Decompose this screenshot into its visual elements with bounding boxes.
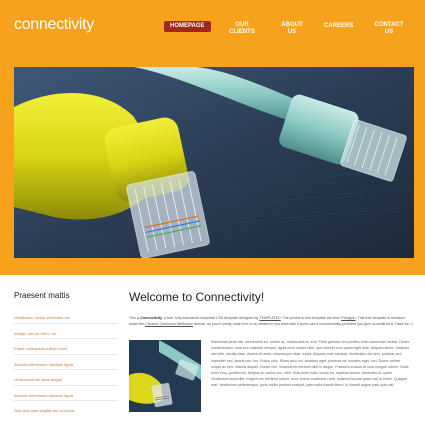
intro-paragraph: This is Connectivity, a free, fully stan… — [129, 315, 413, 327]
page-title: Welcome to Connectivity! — [129, 290, 265, 304]
body-paragraph: Maecenas pede nisi, elementum eu, ornare… — [211, 340, 410, 388]
intro-text: . The photos in this template are from — [280, 316, 342, 320]
ethernet-cables-photo — [14, 67, 414, 258]
license-link[interactable]: Creative Commons Attribution — [145, 322, 193, 326]
list-item: Aenean elementum facilisis ligula — [14, 353, 118, 370]
sidebar-link[interactable]: Sed quis odio sagittis leo vehicula — [14, 408, 74, 413]
sidebar-link[interactable]: Ut tincidunt elit vitae augue — [14, 377, 62, 382]
hero-image — [14, 67, 414, 258]
nav-careers[interactable]: Careers — [324, 23, 353, 30]
site-header: connectivity Homepage Our Clients About … — [0, 0, 425, 275]
nav-about-us[interactable]: About Us — [281, 22, 303, 36]
list-item: Integer rutrum nisl in mi — [14, 322, 118, 339]
nav-homepage[interactable]: Homepage — [164, 21, 211, 32]
ethernet-cables-thumbnail — [129, 340, 201, 412]
sidebar-link[interactable]: Aenean elementum facilisis ligula — [14, 393, 73, 398]
list-item: Ut tincidunt elit vitae augue — [14, 369, 118, 385]
main-content: Welcome to Connectivity! This is Connect… — [129, 290, 413, 412]
list-item: Sed quis odio sagittis leo vehicula — [14, 400, 118, 416]
templated-link[interactable]: TEMPLATED — [259, 316, 280, 320]
list-item: Aenean elementum facilisis ligula — [14, 384, 118, 401]
nav-contact-us[interactable]: Contact Us — [372, 22, 406, 36]
sidebar-link[interactable]: Aenean elementum facilisis ligula — [14, 362, 73, 367]
sidebar-link[interactable]: Etiam malesuada rutrum enim — [14, 346, 67, 351]
main-nav: Homepage Our Clients About Us Careers Co… — [0, 21, 425, 42]
sidebar-link[interactable]: Vestibulum luctus venenatis dui — [14, 315, 70, 320]
intro-text: , a free, fully standards-compliant CSS … — [161, 316, 260, 320]
sidebar: Praesent mattis Vestibulum luctus venena… — [14, 291, 118, 416]
intro-text: This is — [129, 316, 141, 320]
nav-our-clients[interactable]: Our Clients — [227, 22, 257, 36]
intro-text: license, so you're pretty much free to d… — [192, 322, 413, 326]
sidebar-title: Praesent mattis — [14, 291, 70, 300]
content-thumbnail — [129, 340, 201, 412]
list-item: Etiam malesuada rutrum enim — [14, 338, 118, 354]
sidebar-link[interactable]: Integer rutrum nisl in mi — [14, 331, 56, 336]
fotogrph-link[interactable]: Fotogrph — [341, 316, 355, 320]
list-item: Vestibulum luctus venenatis dui — [14, 308, 118, 323]
sidebar-links: Vestibulum luctus venenatis dui Integer … — [14, 308, 118, 416]
intro-brand: Connectivity — [140, 316, 162, 320]
